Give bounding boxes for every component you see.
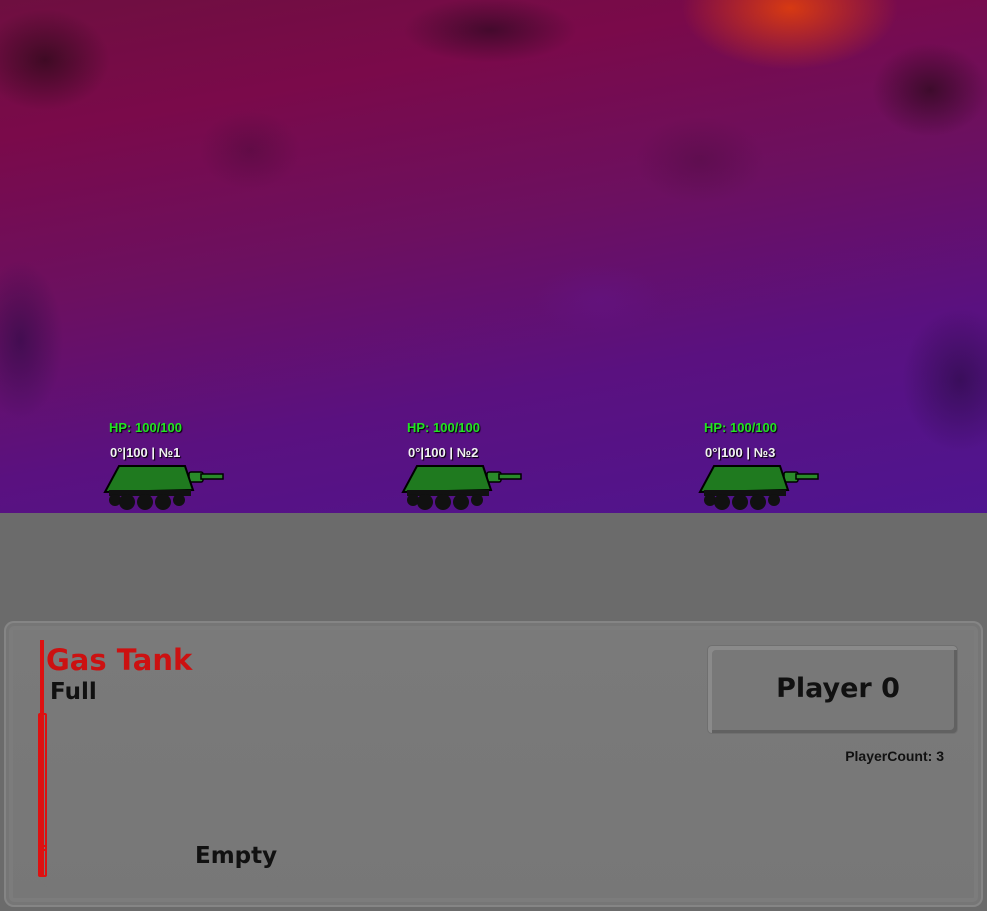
tank-hp-label: HP: 100/100 [704, 420, 777, 435]
game-sky-background: HP: 100/100 0°|100 | №1 HP: 100/100 0°|1… [0, 0, 987, 513]
gas-gauge-tube [38, 713, 47, 851]
gas-empty-label: Empty [195, 843, 278, 869]
tank-angle-power-label: 0°|100 | №1 [110, 445, 181, 460]
tank-hp-label: HP: 100/100 [407, 420, 480, 435]
gas-gauge-base [44, 879, 280, 887]
current-player-button[interactable]: Player 0 [708, 646, 957, 733]
gas-tank-title: Gas Tank [46, 643, 193, 677]
control-panel: Gas Tank Full Empty Player 0 PlayerCount… [0, 617, 987, 911]
player-count-label: PlayerCount: 3 [845, 748, 944, 764]
tank-hp-label: HP: 100/100 [109, 420, 182, 435]
tank-2[interactable]: HP: 100/100 0°|100 | №2 [401, 420, 531, 512]
tank-sprite-icon [401, 465, 522, 510]
tank-3[interactable]: HP: 100/100 0°|100 | №3 [698, 420, 828, 512]
tank-sprite-icon [103, 465, 224, 510]
ground-terrain [0, 513, 987, 617]
tank-angle-power-label: 0°|100 | №3 [705, 445, 776, 460]
gas-gauge-bulb [38, 845, 47, 877]
tank-sprite-icon [698, 465, 819, 510]
tank-angle-power-label: 0°|100 | №2 [408, 445, 479, 460]
tank-1[interactable]: HP: 100/100 0°|100 | №1 [103, 420, 233, 512]
current-player-label: Player 0 [776, 673, 900, 704]
gas-full-label: Full [50, 679, 97, 705]
